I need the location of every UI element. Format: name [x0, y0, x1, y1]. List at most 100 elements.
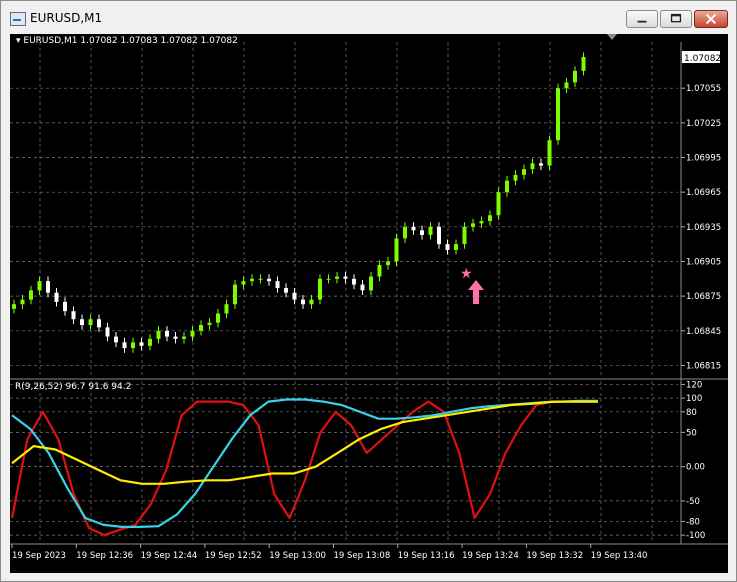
- indicator-tick-label: -80: [686, 517, 700, 527]
- candle-body: [360, 284, 365, 291]
- candle-body: [522, 169, 526, 175]
- candle-body: [454, 244, 458, 250]
- candle-body: [556, 88, 560, 141]
- candle-body: [335, 276, 339, 279]
- candle-body: [190, 330, 195, 337]
- candle-body: [216, 313, 220, 323]
- candle-body: [258, 278, 263, 280]
- candle-body: [275, 281, 280, 289]
- time-tick-label: 19 Sep 13:00: [269, 551, 326, 561]
- title-bar[interactable]: EURUSD,M1: [1, 1, 736, 35]
- candle-body: [437, 226, 441, 245]
- chart-window-icon: [10, 12, 26, 26]
- indicator-tick-label: 50: [686, 428, 697, 438]
- window-title: EURUSD,M1: [30, 11, 103, 25]
- price-tick-label: 1.06995: [686, 154, 721, 164]
- candle-body: [428, 226, 433, 235]
- candle-body: [284, 288, 288, 293]
- indicator-tick-label: 0.00: [686, 463, 705, 473]
- candle-body: [114, 336, 118, 343]
- candle-body: [156, 330, 161, 339]
- time-tick-label: 19 Sep 12:36: [76, 551, 133, 561]
- close-icon: [705, 13, 717, 25]
- candle-body: [173, 336, 178, 339]
- candle-body: [88, 319, 93, 326]
- star-icon: ★: [460, 266, 473, 282]
- ohlc-values: 1.07082 1.07083 1.07082 1.07082: [80, 36, 238, 46]
- close-button[interactable]: [694, 10, 728, 28]
- price-tick-label: 1.06905: [686, 257, 721, 267]
- price-tick-label: 1.06845: [686, 327, 721, 337]
- indicator-tick-label: -100: [686, 531, 705, 541]
- candle-body: [471, 223, 475, 227]
- candle-body: [445, 244, 450, 250]
- current-price-label: 1.07082: [684, 54, 721, 64]
- candle-body: [46, 281, 50, 293]
- indicator-label: R(9,26,52) 96.7 91.6 94.2: [15, 382, 132, 392]
- candle-body: [369, 276, 373, 291]
- candle-body: [403, 226, 407, 239]
- time-tick-label: 19 Sep 13:40: [591, 551, 648, 561]
- price-tick-label: 1.07055: [686, 84, 721, 94]
- candle-body: [505, 180, 509, 193]
- candle-body: [581, 57, 586, 71]
- chart-shift-icon[interactable]: [607, 34, 617, 40]
- indicator-lines: [10, 398, 598, 537]
- price-tick-label: 1.06875: [686, 292, 721, 302]
- maximize-button[interactable]: [660, 10, 692, 28]
- candle-body: [97, 319, 101, 328]
- price-axis: 1.07055 1.07025 1.06995 1.06965 1.06935 1.069…: [681, 84, 721, 371]
- candle-body: [241, 281, 246, 285]
- time-tick-label: 19 Sep 13:24: [462, 551, 519, 561]
- indicator-tick-label: 80: [686, 408, 697, 418]
- indicator-line-cyan: [11, 398, 598, 528]
- candle-body: [530, 163, 535, 170]
- candle-body: [479, 221, 484, 224]
- symbol-name: EURUSD,M1: [23, 36, 78, 46]
- indicator-line-red: [10, 400, 598, 537]
- triangle-down-icon[interactable]: ▾: [16, 36, 21, 46]
- candle-body: [80, 319, 84, 326]
- candle-body: [513, 174, 518, 181]
- candle-body: [496, 192, 501, 216]
- candle-body: [63, 301, 67, 312]
- time-axis: 19 Sep 2023 19 Sep 12:36 19 Sep 12:44 19 Se…: [11, 544, 648, 561]
- candle-body: [37, 281, 42, 291]
- candle-body: [394, 238, 399, 262]
- candle-body: [148, 338, 152, 346]
- candle-body: [318, 278, 322, 300]
- candle-body: [488, 215, 492, 222]
- symbol-label[interactable]: ▾ EURUSD,M1 1.07082 1.07083 1.07082 1.07…: [16, 36, 238, 46]
- minimize-button[interactable]: [626, 10, 658, 28]
- candle-body: [539, 163, 543, 166]
- price-tick-label: 1.06815: [686, 361, 721, 371]
- indicator-axis: 120 100 80 50 0.00 -50 -80 -100: [681, 380, 705, 541]
- candle-body: [12, 304, 16, 309]
- candle-body: [547, 140, 552, 166]
- time-tick-label: 19 Sep 13:32: [526, 551, 583, 561]
- candle-body: [54, 292, 59, 302]
- time-tick-label: 19 Sep 12:44: [141, 551, 198, 561]
- up-arrow-icon[interactable]: [468, 280, 484, 304]
- candle-body: [122, 342, 127, 349]
- candle-body: [411, 226, 416, 231]
- time-tick-label: 19 Sep 12:52: [205, 551, 262, 561]
- candle-body: [377, 264, 382, 277]
- indicator-tick-label: 100: [686, 394, 702, 404]
- candle-body: [29, 290, 33, 300]
- indicator-tick-label: 120: [686, 380, 702, 390]
- candle-body: [20, 299, 25, 305]
- candle-body: [233, 284, 237, 305]
- maximize-icon: [670, 13, 682, 23]
- candle-body: [564, 82, 569, 89]
- candle-body: [250, 278, 254, 282]
- candle-body: [267, 278, 271, 282]
- time-tick-label: 19 Sep 13:08: [334, 551, 391, 561]
- price-chart[interactable]: 1.07055 1.07025 1.06995 1.06965 1.06935 1.069…: [10, 34, 728, 573]
- candle-body: [105, 327, 110, 337]
- candle-body: [131, 342, 135, 349]
- time-tick-label: 19 Sep 13:16: [398, 551, 455, 561]
- candle-body: [326, 278, 331, 280]
- candle-body: [420, 230, 424, 235]
- candle-body: [301, 299, 305, 305]
